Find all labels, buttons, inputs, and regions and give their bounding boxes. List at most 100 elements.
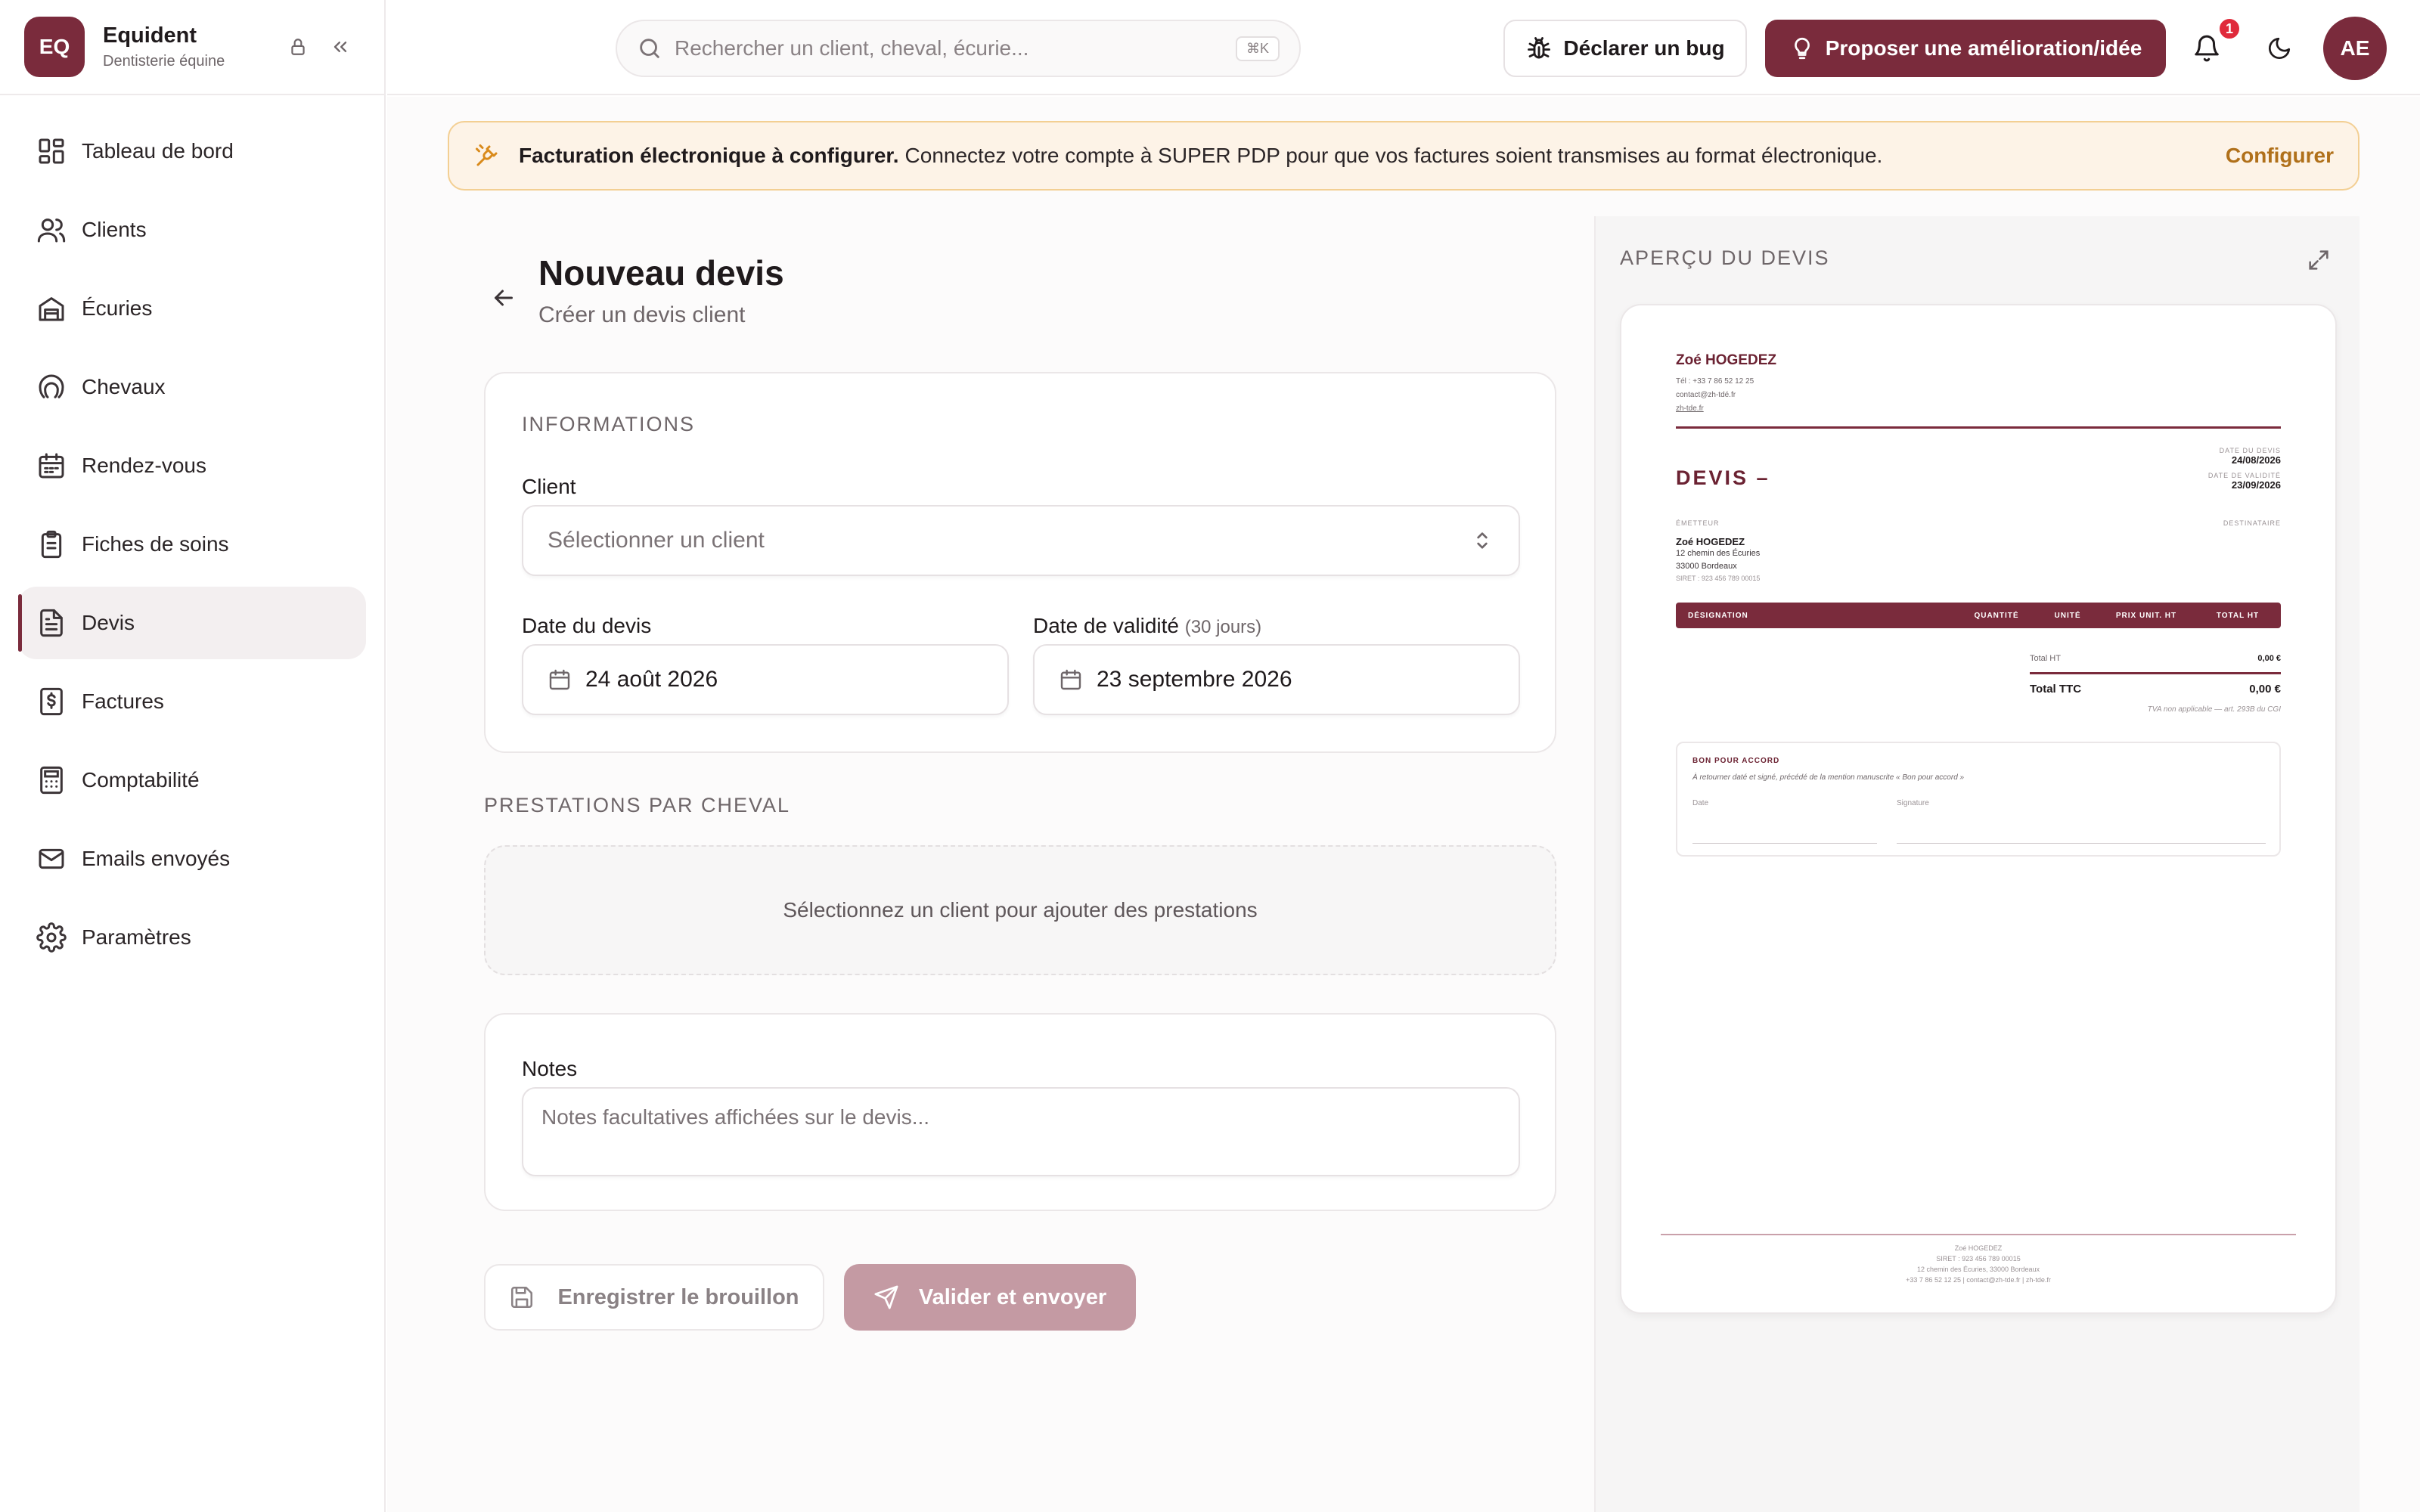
invoice-icon: [40, 687, 63, 716]
sidebar-item-horses[interactable]: Chevaux: [18, 351, 366, 423]
doc-issuer-address1: 12 chemin des Écuries: [1676, 549, 1761, 558]
moon-icon: [2269, 37, 2291, 59]
expand-preview-button[interactable]: [2302, 243, 2335, 277]
brand-logo: EQ: [24, 17, 85, 77]
doc-company-contact: Tél : +33 7 86 52 12 25 contact@zh-tdé.f…: [1676, 375, 2281, 416]
sidebar-item-label: Écuries: [82, 296, 153, 320]
plug-icon: [476, 144, 498, 166]
search-bar[interactable]: ⌘K: [616, 20, 1301, 77]
sidebar-item-accounting[interactable]: Comptabilité: [18, 744, 366, 816]
calendar-icon: [1060, 669, 1081, 690]
sidebar-item-label: Devis: [82, 611, 135, 634]
notification-badge: 1: [2217, 17, 2242, 41]
prestations-empty-state: Sélectionnez un client pour ajouter des …: [484, 845, 1556, 975]
doc-issuer-siret: SIRET : 923 456 789 00015: [1676, 575, 1761, 582]
doc-title-row: DEVIS – DATE DU DEVIS 24/08/2026 DATE DE…: [1676, 429, 2281, 519]
search-input[interactable]: [675, 36, 1236, 60]
sidebar-item-appointments[interactable]: Rendez-vous: [18, 429, 366, 502]
stable-icon: [39, 297, 64, 321]
doc-footer: Zoé HOGEDEZ SIRET : 923 456 789 00015 12…: [1661, 1234, 2296, 1285]
sidebar-item-invoices[interactable]: Factures: [18, 665, 366, 738]
validate-send-button[interactable]: Valider et envoyer: [844, 1264, 1136, 1331]
sidebar-item-dashboard[interactable]: Tableau de bord: [18, 115, 366, 187]
quote-document: Zoé HOGEDEZ Tél : +33 7 86 52 12 25 cont…: [1620, 304, 2337, 1314]
user-avatar[interactable]: AE: [2323, 17, 2387, 80]
doc-validity-label: DATE DE VALIDITÉ: [2207, 472, 2281, 479]
users-icon: [37, 218, 66, 243]
validate-send-label: Valider et envoyer: [918, 1284, 1107, 1309]
report-bug-button[interactable]: Déclarer un bug: [1503, 20, 1747, 77]
report-bug-label: Déclarer un bug: [1563, 36, 1725, 60]
lock-icon: [291, 39, 305, 55]
total-ht-label: Total HT: [2030, 654, 2061, 663]
back-button[interactable]: [481, 275, 526, 321]
col-designation: DÉSIGNATION: [1688, 611, 1748, 620]
theme-toggle-button[interactable]: [2260, 29, 2299, 68]
notes-textarea[interactable]: Notes facultatives affichées sur le devi…: [522, 1087, 1520, 1176]
chevrons-left-icon: [334, 42, 347, 53]
doc-totals: Total HT 0,00 € Total TTC 0,00 € TVA non…: [1676, 628, 2281, 742]
save-draft-label: Enregistrer le brouillon: [557, 1284, 799, 1309]
col-quantity: QUANTITÉ: [1974, 611, 2019, 620]
suggest-idea-button[interactable]: Proposer une amélioration/idée: [1765, 20, 2166, 77]
quote-date-value: 24 août 2026: [585, 667, 718, 692]
validity-date-input[interactable]: 23 septembre 2026: [1033, 644, 1520, 715]
sidebar-item-sent-emails[interactable]: Emails envoyés: [18, 823, 366, 895]
brand-text: Equident Dentisterie équine: [103, 23, 275, 70]
sidebar-item-label: Tableau de bord: [82, 139, 234, 163]
doc-issuer-address2: 33000 Bordeaux: [1676, 562, 1737, 571]
doc-title: DEVIS –: [1676, 466, 1770, 489]
calendar-icon: [39, 453, 64, 479]
doc-table-header: DÉSIGNATION QUANTITÉ UNITÉ PRIX UNIT. HT…: [1676, 603, 2281, 628]
calculator-icon: [40, 766, 63, 795]
sidebar-item-label: Chevaux: [82, 375, 166, 398]
sidebar-item-label: Rendez-vous: [82, 454, 206, 477]
client-select[interactable]: Sélectionner un client: [522, 505, 1520, 576]
informations-section-title: INFORMATIONS: [522, 413, 695, 435]
topbar: ⌘K Déclarer un bug Proposer une améliora…: [387, 0, 2420, 95]
doc-recipient: DESTINATAIRE: [2223, 519, 2281, 527]
sidebar-item-label: Paramètres: [82, 925, 191, 949]
sidebar: EQ Equident Dentisterie équine Tableau d…: [0, 0, 386, 1512]
total-ht-value: 0,00 €: [2257, 654, 2281, 663]
send-icon: [874, 1285, 898, 1309]
doc-website: zh-tde.fr: [1676, 404, 1704, 413]
col-total: TOTAL HT: [2216, 611, 2260, 620]
sidebar-item-care-sheets[interactable]: Fiches de soins: [18, 508, 366, 581]
quote-date-input[interactable]: 24 août 2026: [522, 644, 1009, 715]
calendar-icon: [549, 669, 570, 690]
doc-email: contact@zh-tdé.fr: [1676, 391, 1736, 399]
save-draft-button[interactable]: Enregistrer le brouillon: [484, 1264, 824, 1331]
footer-line-2: SIRET : 923 456 789 00015: [1936, 1255, 2021, 1263]
lock-sidebar-button[interactable]: [278, 27, 318, 67]
sidebar-item-label: Factures: [82, 689, 164, 713]
approval-signature-line: [1897, 843, 2266, 844]
sidebar-item-label: Comptabilité: [82, 768, 200, 792]
sidebar-item-stables[interactable]: Écuries: [18, 272, 366, 345]
suggest-idea-label: Proposer une amélioration/idée: [1825, 36, 2142, 60]
brand-subtitle: Dentisterie équine: [103, 53, 225, 70]
doc-issuer: ÉMETTEUR Zoé HOGEDEZ 12 chemin des Écuri…: [1676, 519, 1760, 582]
search-shortcut-hint: ⌘K: [1235, 36, 1280, 61]
brand-name: Equident: [103, 23, 197, 48]
client-select-placeholder: Sélectionner un client: [548, 528, 765, 553]
e-invoicing-banner: Facturation électronique à configurer. C…: [448, 121, 2360, 191]
banner-title: Facturation électronique à configurer.: [519, 144, 899, 167]
collapse-sidebar-button[interactable]: [321, 27, 360, 67]
doc-issuer-name: Zoé HOGEDEZ: [1676, 536, 1745, 547]
clipboard-icon: [41, 530, 62, 559]
total-ttc-label: Total TTC: [2030, 683, 2082, 696]
sidebar-item-clients[interactable]: Clients: [18, 194, 366, 266]
sidebar-item-label: Clients: [82, 218, 147, 241]
approval-instructions: À retourner daté et signé, précédé de la…: [1692, 773, 1965, 782]
sidebar-item-settings[interactable]: Paramètres: [18, 901, 366, 974]
configure-link[interactable]: Configurer: [2226, 144, 2334, 168]
sidebar-item-quotes[interactable]: Devis: [18, 587, 366, 659]
page-subtitle: Créer un devis client: [538, 302, 746, 327]
validity-days-hint: (30 jours): [1184, 617, 1262, 637]
notes-label: Notes: [522, 1057, 578, 1080]
mail-icon: [39, 848, 64, 869]
lightbulb-icon: [1794, 37, 1810, 60]
page-title: Nouveau devis: [538, 253, 784, 293]
doc-company-name: Zoé HOGEDEZ: [1676, 352, 1777, 368]
